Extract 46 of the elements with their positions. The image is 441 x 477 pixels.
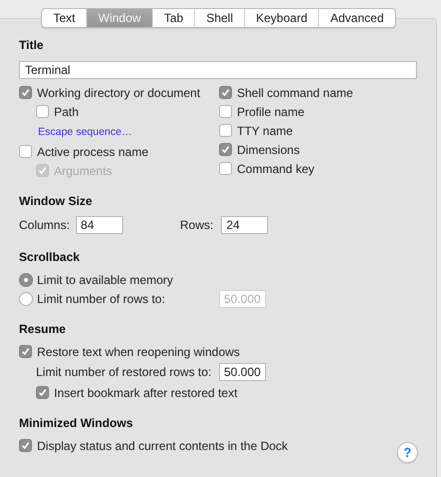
checkbox-label: Display status and current contents in the Dock	[37, 438, 288, 452]
checkbox[interactable]	[36, 386, 49, 399]
checkbox-label: Command key	[237, 162, 314, 176]
checkbox-label: Working directory or document	[37, 86, 200, 100]
escape-sequence-link[interactable]: Escape sequence…	[38, 126, 132, 138]
checkbox[interactable]	[19, 86, 32, 99]
checkbox[interactable]	[219, 143, 232, 156]
checkbox[interactable]	[219, 162, 232, 175]
checkbox-label: Restore text when reopening windows	[37, 344, 240, 358]
tab[interactable]: Text	[42, 9, 86, 27]
section-heading: Resume	[19, 321, 67, 337]
radio-button[interactable]	[19, 292, 33, 306]
section-heading: Scrollback	[19, 249, 81, 265]
checkbox-label: Profile name	[237, 104, 304, 118]
radio-label: Limit to available memory	[37, 272, 174, 286]
tab[interactable]: Advanced	[318, 9, 395, 27]
rows-input-field[interactable]: 50.000	[219, 363, 266, 381]
field-label: Columns:	[19, 218, 70, 232]
checkbox[interactable]	[19, 145, 32, 158]
tab[interactable]: Keyboard	[244, 9, 318, 27]
title-input-field[interactable]: Terminal	[19, 61, 417, 79]
radio-label: Limit number of rows to:	[37, 292, 166, 306]
section-heading: Window Size	[19, 193, 94, 209]
checkbox-label: Insert bookmark after restored text	[54, 386, 238, 400]
size-input-field[interactable]: 84	[76, 216, 123, 234]
checkbox-label: Arguments	[54, 164, 112, 178]
checkbox-label: TTY name	[237, 124, 293, 138]
tab[interactable]: Shell	[194, 9, 244, 27]
checkbox-label: Active process name	[37, 144, 148, 158]
checkbox[interactable]	[19, 345, 32, 358]
field-label: Rows:	[180, 218, 214, 232]
tab[interactable]: Tab	[152, 9, 194, 27]
checkbox[interactable]	[219, 105, 232, 118]
checkbox[interactable]	[219, 124, 232, 137]
help-button[interactable]: ?	[397, 442, 418, 463]
section-heading: Minimized Windows	[19, 415, 134, 431]
checkbox-label: Shell command name	[237, 86, 354, 100]
field-label: Limit number of restored rows to:	[36, 365, 212, 379]
checkbox[interactable]	[19, 439, 32, 452]
checkbox-label: Dimensions	[237, 142, 300, 156]
checkbox-label: Path	[54, 104, 79, 118]
checkbox[interactable]	[36, 105, 49, 118]
checkbox[interactable]	[219, 86, 232, 99]
section-heading: Title	[19, 37, 44, 53]
size-input-field[interactable]: 24	[221, 216, 268, 234]
radio-button[interactable]	[19, 272, 33, 286]
